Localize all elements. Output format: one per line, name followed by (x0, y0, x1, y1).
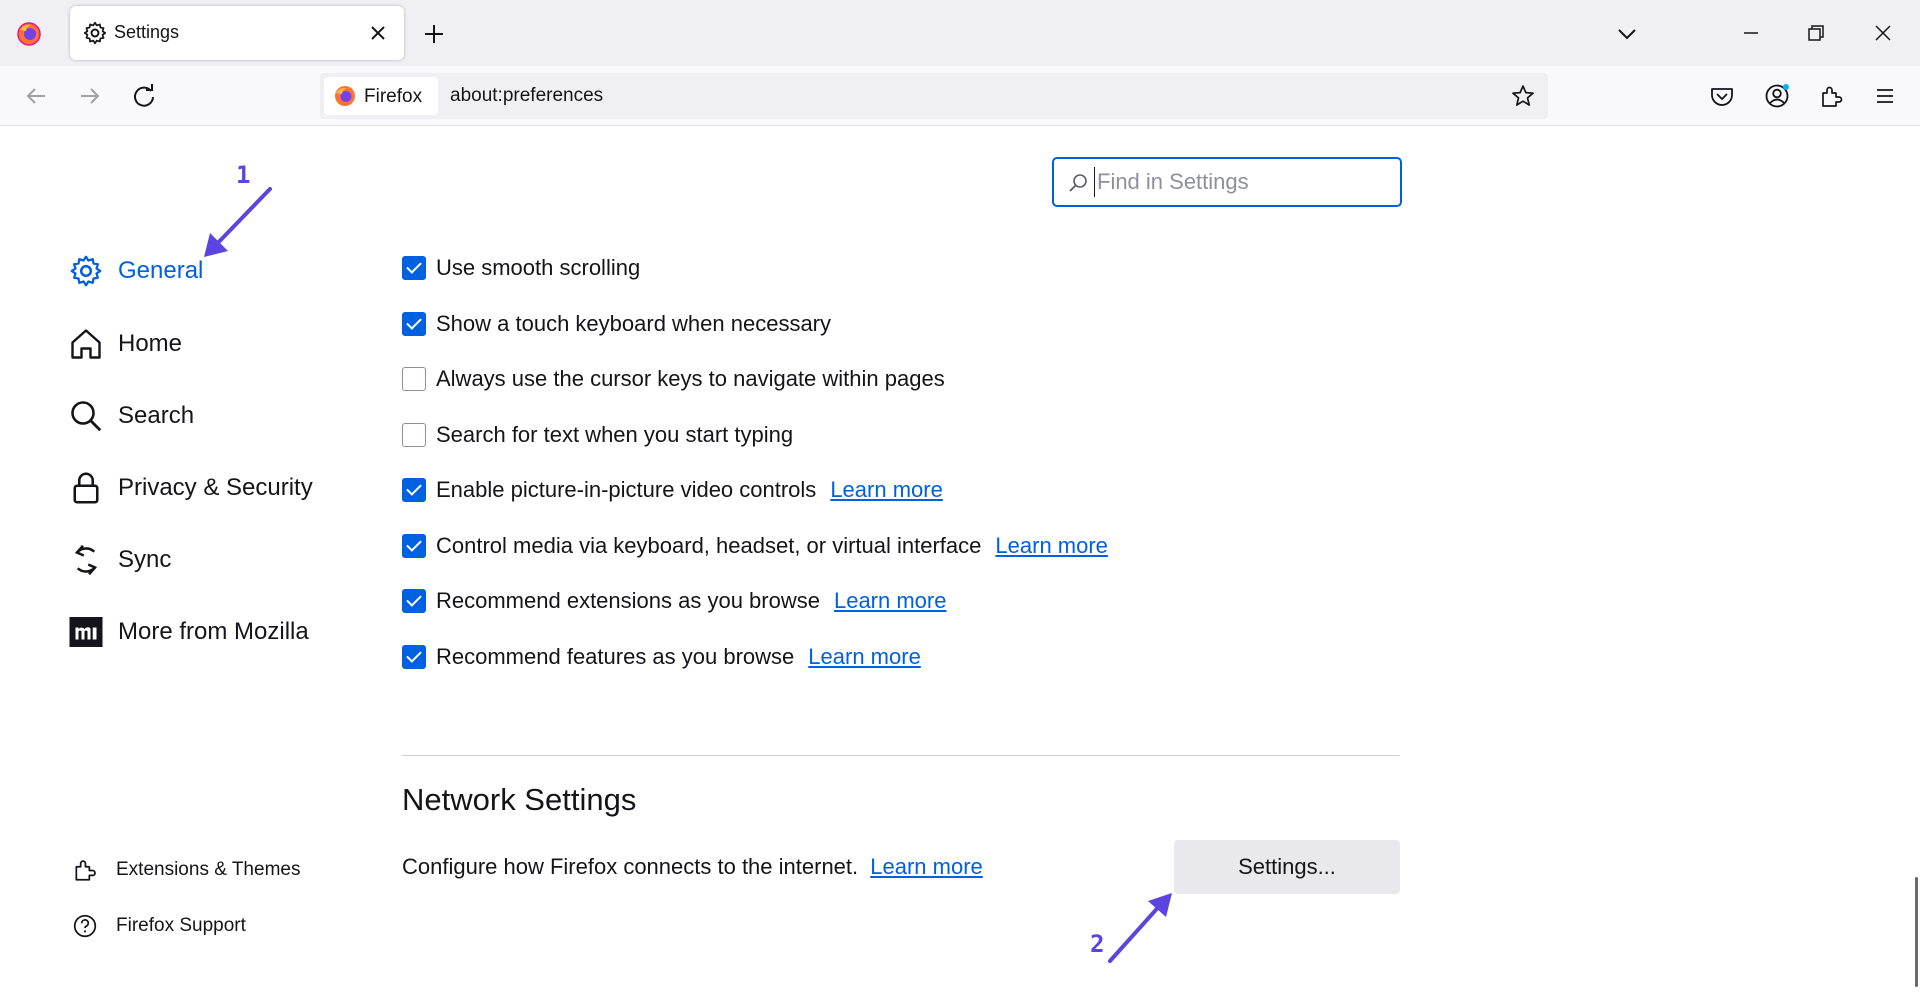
category-more-from-mozilla[interactable]: More from Mozilla (68, 610, 309, 654)
checkbox[interactable] (402, 478, 426, 502)
page-scrollbar[interactable] (1915, 877, 1918, 987)
tab-strip: Settings (0, 0, 1920, 66)
option-label: Always use the cursor keys to navigate w… (436, 366, 945, 391)
identity-label: Firefox (364, 86, 423, 107)
category-label: Home (118, 330, 183, 357)
find-in-settings-input[interactable] (1094, 167, 1384, 197)
option-cursor-keys[interactable]: Always use the cursor keys to navigate w… (402, 364, 945, 394)
category-sync[interactable]: Sync (68, 538, 171, 582)
checkbox[interactable] (402, 645, 426, 669)
section-divider (402, 755, 1400, 756)
address-bar[interactable]: Firefox about:preferences (320, 73, 1548, 119)
lock-icon (73, 472, 99, 504)
list-all-tabs-icon[interactable] (1613, 20, 1641, 48)
checkbox[interactable] (402, 256, 426, 280)
checkbox[interactable] (402, 367, 426, 391)
option-picture-in-picture[interactable]: Enable picture-in-picture video controls… (402, 475, 943, 505)
category-label: More from Mozilla (118, 618, 309, 645)
firefox-support-link[interactable]: Firefox Support (72, 913, 246, 939)
forward-arrow-icon[interactable] (75, 81, 105, 111)
extensions-themes-link[interactable]: Extensions & Themes (72, 857, 300, 883)
option-label: Recommend features as you browse (436, 644, 795, 669)
bookmark-star-icon[interactable] (1510, 83, 1536, 109)
tab-settings[interactable]: Settings (70, 6, 404, 60)
network-description-text: Configure how Firefox connects to the in… (402, 854, 859, 879)
firefox-menu-icon[interactable] (16, 21, 42, 47)
search-icon (71, 401, 102, 432)
category-label: Sync (118, 546, 172, 573)
reload-icon[interactable] (129, 81, 159, 111)
firefox-logo-icon (335, 86, 355, 106)
category-home[interactable]: Home (68, 322, 182, 366)
category-label: Privacy & Security (118, 474, 313, 501)
annotation-arrow-2 (1108, 893, 1172, 963)
url-text[interactable]: about:preferences (450, 85, 603, 107)
extensions-puzzle-icon[interactable] (1816, 81, 1846, 111)
footer-link-label: Firefox Support (116, 915, 246, 936)
category-label: Search (118, 402, 195, 429)
category-general[interactable]: General (68, 249, 203, 293)
identity-box[interactable]: Firefox (324, 77, 438, 115)
option-touch-keyboard[interactable]: Show a touch keyboard when necessary (402, 309, 831, 339)
mozilla-icon (69, 617, 103, 647)
learn-more-link[interactable]: Learn more (834, 588, 947, 614)
footer-link-label: Extensions & Themes (116, 859, 301, 880)
option-label: Show a touch keyboard when necessary (436, 311, 832, 336)
back-arrow-icon[interactable] (21, 81, 51, 111)
option-recommend-features[interactable]: Recommend features as you browse Learn m… (402, 642, 921, 672)
learn-more-link[interactable]: Learn more (995, 533, 1108, 559)
help-icon (73, 914, 97, 938)
learn-more-link[interactable]: Learn more (808, 644, 921, 670)
network-description: Configure how Firefox connects to the in… (402, 854, 983, 880)
close-window-icon[interactable] (1868, 18, 1898, 48)
learn-more-link[interactable]: Learn more (830, 477, 943, 503)
tab-title: Settings (114, 22, 180, 42)
category-search[interactable]: Search (68, 394, 194, 438)
checkbox[interactable] (402, 423, 426, 447)
option-search-typing[interactable]: Search for text when you start typing (402, 420, 793, 450)
checkbox[interactable] (402, 312, 426, 336)
checkbox[interactable] (402, 534, 426, 558)
new-tab-icon[interactable] (420, 20, 448, 48)
option-label: Search for text when you start typing (436, 422, 794, 447)
gear-icon (83, 21, 107, 45)
network-settings-button[interactable]: Settings... (1174, 840, 1400, 894)
category-privacy-security[interactable]: Privacy & Security (68, 466, 313, 510)
home-icon (71, 329, 101, 359)
hamburger-menu-icon[interactable] (1870, 81, 1900, 111)
account-icon[interactable] (1762, 81, 1792, 111)
option-label: Control media via keyboard, headset, or … (436, 533, 982, 558)
restore-icon[interactable] (1801, 18, 1831, 48)
find-in-settings-box[interactable] (1052, 157, 1402, 207)
minimize-icon[interactable] (1736, 18, 1766, 48)
option-label: Enable picture-in-picture video controls (436, 477, 817, 502)
learn-more-link[interactable]: Learn more (870, 854, 983, 879)
option-label: Use smooth scrolling (436, 255, 641, 280)
pocket-icon[interactable] (1707, 81, 1737, 111)
navigation-toolbar: Firefox about:preferences (0, 66, 1920, 126)
option-label: Recommend extensions as you browse (436, 588, 820, 613)
preferences-page: General Home Search Privacy & Security S… (0, 127, 1920, 1004)
option-smooth-scrolling[interactable]: Use smooth scrolling (402, 253, 640, 283)
close-tab-icon[interactable] (366, 21, 390, 45)
checkbox[interactable] (402, 589, 426, 613)
sync-icon (74, 544, 98, 576)
option-recommend-extensions[interactable]: Recommend extensions as you browse Learn… (402, 586, 946, 616)
gear-icon (70, 255, 102, 287)
search-icon (1069, 174, 1087, 192)
option-media-control[interactable]: Control media via keyboard, headset, or … (402, 531, 1108, 561)
puzzle-icon (75, 860, 96, 881)
annotation-arrow-1 (204, 187, 272, 257)
category-label: General (118, 257, 204, 284)
network-settings-heading: Network Settings (402, 782, 637, 817)
